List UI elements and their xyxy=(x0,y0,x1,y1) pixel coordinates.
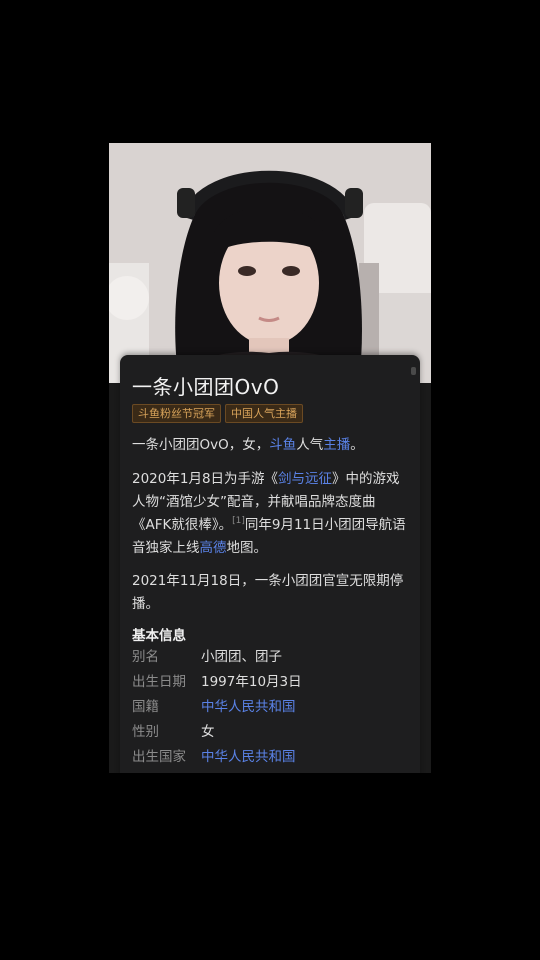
text: 一条小团团OvO，女， xyxy=(132,437,270,453)
afk-arena-link[interactable]: 剑与远征 xyxy=(278,471,332,487)
reference-marker[interactable]: [1] xyxy=(232,516,245,526)
info-key: 出生国家 xyxy=(132,749,186,765)
intro-paragraph-3: 2021年11月18日，一条小团团官宣无限期停播。 xyxy=(132,573,404,612)
info-key: 出生日期 xyxy=(132,674,186,690)
info-row-gender: 性别 女 xyxy=(132,720,215,745)
portrait-image xyxy=(109,143,431,383)
text: 。 xyxy=(350,437,364,453)
intro-paragraph-1: 一条小团团OvO，女，斗鱼人气主播。 xyxy=(132,434,410,457)
text: 人气 xyxy=(296,437,324,453)
info-value: 1997年10月3日 xyxy=(201,674,302,690)
info-key: 性别 xyxy=(132,724,159,740)
tag-list: 斗鱼粉丝节冠军 中国人气主播 xyxy=(132,404,303,423)
tag-fan-festival-champion[interactable]: 斗鱼粉丝节冠军 xyxy=(132,404,221,423)
info-row-nationality: 国籍 中华人民共和国 xyxy=(132,695,296,720)
video-frame: 一条小团团OvO 斗鱼粉丝节冠军 中国人气主播 一条小团团OvO，女，斗鱼人气主… xyxy=(109,143,431,773)
text: 地图。 xyxy=(226,540,268,556)
douyu-link[interactable]: 斗鱼 xyxy=(269,437,296,453)
streamer-link[interactable]: 主播 xyxy=(323,437,350,453)
encyclopedia-card: 一条小团团OvO 斗鱼粉丝节冠军 中国人气主播 一条小团团OvO，女，斗鱼人气主… xyxy=(120,355,420,773)
info-row-birth-country: 出生国家 中华人民共和国 xyxy=(132,745,296,770)
info-row-birthdate: 出生日期 1997年10月3日 xyxy=(132,670,302,695)
page-title: 一条小团团OvO xyxy=(132,375,280,399)
scroll-indicator[interactable] xyxy=(411,367,416,375)
intro-paragraph-2: 2020年1月8日为手游《剑与远征》中的游戏人物“酒馆少女”配音，并献唱品牌态度… xyxy=(132,468,410,560)
tag-popular-streamer[interactable]: 中国人气主播 xyxy=(225,404,303,423)
basic-info-heading: 基本信息 xyxy=(132,628,186,644)
info-key: 国籍 xyxy=(132,699,159,715)
text: 2020年1月8日为手游《 xyxy=(132,471,279,487)
info-key: 别名 xyxy=(132,649,159,665)
info-row-alias: 别名 小团团、团子 xyxy=(132,645,282,670)
info-value: 女 xyxy=(201,724,215,740)
portrait-photo xyxy=(109,143,431,383)
nationality-link[interactable]: 中华人民共和国 xyxy=(201,699,296,715)
amap-link[interactable]: 高德 xyxy=(200,540,227,556)
info-value: 小团团、团子 xyxy=(201,649,282,665)
birth-country-link[interactable]: 中华人民共和国 xyxy=(201,749,296,765)
